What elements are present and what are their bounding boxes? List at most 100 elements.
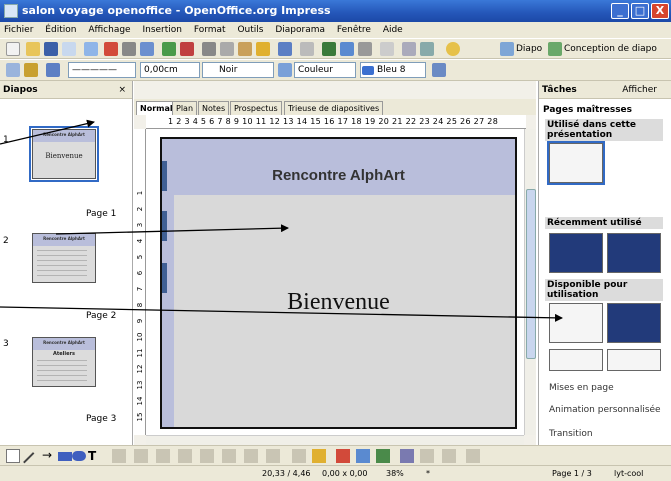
ellipse-tool-icon[interactable]: [72, 451, 86, 461]
slide-thumbnail-2[interactable]: Rencontre AlphArt: [32, 233, 96, 283]
slide-canvas[interactable]: Rencontre AlphArt Bienvenue: [146, 129, 524, 435]
tab-plan[interactable]: Plan: [172, 101, 198, 115]
zoom-level[interactable]: 38%: [386, 466, 404, 481]
styles-icon[interactable]: [6, 63, 20, 77]
text-tool-icon[interactable]: T: [88, 449, 102, 463]
connector-tool-icon[interactable]: [134, 449, 148, 463]
autospell-icon[interactable]: [180, 42, 194, 56]
redo-icon[interactable]: [300, 42, 314, 56]
afficher-menu[interactable]: Afficher: [622, 81, 657, 99]
used-in-presentation-header[interactable]: Utilisé dans cette présentation: [545, 119, 663, 141]
undo-icon[interactable]: [278, 42, 292, 56]
animation-link[interactable]: Animation personnalisée: [549, 405, 661, 415]
email-icon[interactable]: [62, 42, 76, 56]
fill-bucket-icon[interactable]: [278, 63, 292, 77]
master-thumb-recent-1[interactable]: [549, 233, 603, 273]
close-panel-icon[interactable]: ×: [118, 81, 126, 99]
menu-outils[interactable]: Outils: [237, 25, 263, 35]
line-icon[interactable]: [24, 63, 38, 77]
available-header[interactable]: Disponible pour utilisation: [545, 279, 663, 301]
close-button[interactable]: X: [651, 3, 669, 19]
show-draw-functions-icon[interactable]: [358, 42, 372, 56]
recently-used-header[interactable]: Récemment utilisé: [545, 217, 663, 229]
conception-diapo-button[interactable]: Conception de diapo: [564, 42, 657, 56]
slide-body-text[interactable]: Bienvenue: [162, 289, 515, 316]
vertical-scrollbar[interactable]: [524, 129, 536, 435]
master-thumb-available-3[interactable]: [549, 349, 603, 371]
master-thumb-available-2[interactable]: [607, 303, 661, 343]
navigator-icon[interactable]: [402, 42, 416, 56]
open-folder-icon[interactable]: [26, 42, 40, 56]
points-icon[interactable]: [292, 449, 306, 463]
diapo-button[interactable]: Diapo: [516, 42, 542, 56]
select-pointer-icon[interactable]: [6, 449, 20, 463]
from-file-icon[interactable]: [356, 449, 370, 463]
shadow-icon[interactable]: [432, 63, 446, 77]
flowchart-icon[interactable]: [222, 449, 236, 463]
arrow-tool-icon[interactable]: →: [42, 448, 56, 462]
gallery-icon[interactable]: [376, 449, 390, 463]
paste-icon[interactable]: [238, 42, 252, 56]
line-color-select[interactable]: Noir: [202, 62, 274, 78]
callouts-icon[interactable]: [244, 449, 258, 463]
menu-insertion[interactable]: Insertion: [142, 25, 182, 35]
menu-fenetre[interactable]: Fenêtre: [337, 25, 371, 35]
table-icon[interactable]: [340, 42, 354, 56]
symbol-shapes-icon[interactable]: [178, 449, 192, 463]
alignment-icon[interactable]: [420, 449, 434, 463]
slide-thumbnail-1[interactable]: Rencontre AlphArt Bienvenue: [29, 126, 99, 182]
maximize-button[interactable]: □: [631, 3, 649, 19]
spellcheck-icon[interactable]: [162, 42, 176, 56]
menu-edition[interactable]: Édition: [45, 25, 76, 35]
tab-normal[interactable]: Normal: [136, 101, 177, 115]
extrusion-icon[interactable]: [466, 449, 480, 463]
help-icon[interactable]: [446, 42, 460, 56]
master-thumb-available-1[interactable]: [549, 303, 603, 343]
master-thumb-used[interactable]: [547, 141, 605, 185]
menu-format[interactable]: Format: [194, 25, 226, 35]
basic-shapes-icon[interactable]: [156, 449, 170, 463]
print-preview-icon[interactable]: [140, 42, 154, 56]
scroll-thumb[interactable]: [526, 189, 536, 359]
menu-fichier[interactable]: Fichier: [4, 25, 33, 35]
slide-thumbnail-3[interactable]: Rencontre AlphArt Ateliers: [32, 337, 96, 387]
new-document-icon[interactable]: [6, 42, 20, 56]
stars-icon[interactable]: [266, 449, 280, 463]
tab-notes[interactable]: Notes: [198, 101, 230, 115]
line-width-input[interactable]: 0,00cm: [140, 62, 200, 78]
line-style-select[interactable]: —————: [68, 62, 136, 78]
slide-title[interactable]: Rencontre AlphArt: [162, 167, 515, 184]
menu-diaporama[interactable]: Diaporama: [275, 25, 325, 35]
mises-en-page-link[interactable]: Mises en page: [549, 383, 614, 393]
fontwork-icon[interactable]: [336, 449, 350, 463]
save-icon[interactable]: [44, 42, 58, 56]
tab-trieuse[interactable]: Trieuse de diapositives: [284, 101, 384, 115]
format-paintbrush-icon[interactable]: [256, 42, 270, 56]
menu-aide[interactable]: Aide: [383, 25, 403, 35]
rotate-icon[interactable]: [400, 449, 414, 463]
slide-design-icon[interactable]: [548, 42, 562, 56]
horizontal-scrollbar[interactable]: [146, 435, 524, 445]
block-arrows-icon[interactable]: [200, 449, 214, 463]
tab-prospectus[interactable]: Prospectus: [230, 101, 282, 115]
curve-tool-icon[interactable]: [112, 449, 126, 463]
fill-mode-select[interactable]: Couleur: [294, 62, 356, 78]
current-slide[interactable]: Rencontre AlphArt Bienvenue: [160, 137, 517, 429]
copy-icon[interactable]: [220, 42, 234, 56]
slide-show-icon[interactable]: [500, 42, 514, 56]
master-thumb-recent-2[interactable]: [607, 233, 661, 273]
minimize-button[interactable]: _: [611, 3, 629, 19]
print-icon[interactable]: [122, 42, 136, 56]
chart-icon[interactable]: [322, 42, 336, 56]
cut-icon[interactable]: [202, 42, 216, 56]
grid-icon[interactable]: [380, 42, 394, 56]
edit-file-icon[interactable]: [84, 42, 98, 56]
arrange-icon[interactable]: [442, 449, 456, 463]
master-pages-header[interactable]: Pages maîtresses: [543, 105, 663, 115]
transition-link[interactable]: Transition: [549, 429, 593, 439]
export-pdf-icon[interactable]: [104, 42, 118, 56]
arrow-style-icon[interactable]: [46, 63, 60, 77]
menu-affichage[interactable]: Affichage: [88, 25, 130, 35]
rectangle-tool-icon[interactable]: [58, 452, 72, 461]
glue-points-icon[interactable]: [312, 449, 326, 463]
